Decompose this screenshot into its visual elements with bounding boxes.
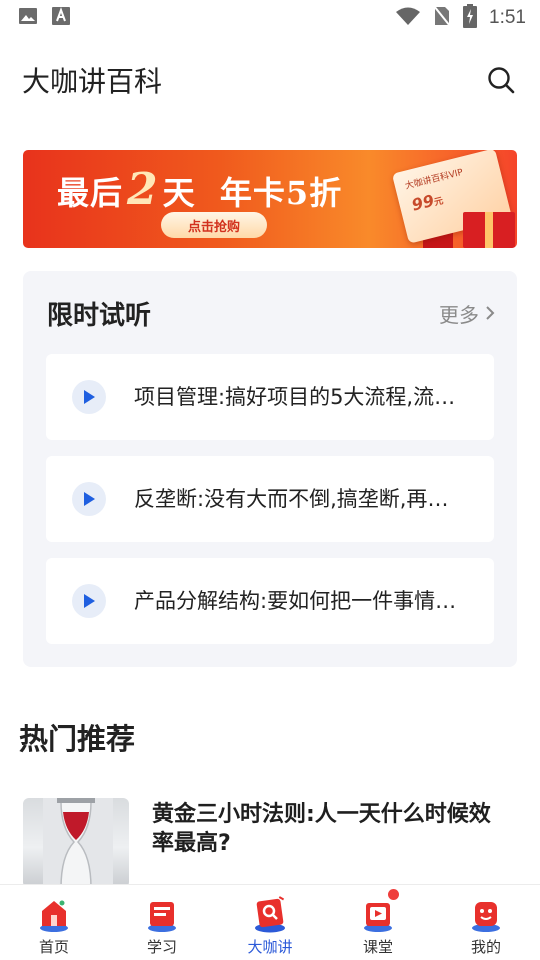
status-time: 1:51	[489, 7, 526, 28]
search-icon	[488, 67, 515, 94]
nav-label: 学习	[146, 938, 177, 956]
nav-item-classroom[interactable]: 课堂	[324, 885, 432, 960]
trial-section-title: 限时试听	[47, 300, 152, 331]
trial-item[interactable]: 产品分解结构:要如何把一件事情拆解清楚	[46, 558, 494, 644]
nav-label: 首页	[38, 938, 69, 956]
trial-section: 限时试听 更多 项目管理:搞好项目的5大流程,流程化管理项目 反垄断:没有大而不…	[23, 271, 517, 667]
banner-headline: 最后2 天 年卡5折	[57, 164, 342, 215]
classroom-icon	[364, 903, 392, 932]
promo-banner[interactable]: 最后2 天 年卡5折 点击抢购 大咖讲百科VIP 99元	[23, 150, 517, 248]
page-title: 大咖讲百科	[22, 65, 163, 98]
banner-headline-pre: 最后	[57, 174, 124, 212]
trial-item-title: 反垄断:没有大而不倒,搞垄断,再大也会倒	[134, 487, 464, 511]
vip-price-value: 99	[409, 190, 436, 215]
home-icon	[40, 900, 68, 932]
app-header: 大咖讲百科	[0, 50, 540, 110]
banner-buy-button[interactable]: 点击抢购	[161, 212, 267, 238]
banner-headline-post: 天 年卡5折	[162, 174, 343, 212]
trial-section-header: 限时试听 更多	[47, 295, 495, 331]
trial-item-title: 项目管理:搞好项目的5大流程,流程化管理项目	[134, 385, 464, 409]
nav-item-home[interactable]: 首页	[0, 885, 108, 960]
vip-card-price: 99元	[410, 189, 445, 215]
play-icon	[72, 380, 106, 414]
chevron-right-icon	[486, 306, 495, 320]
search-button[interactable]	[484, 63, 518, 97]
nav-item-study[interactable]: 学习	[108, 885, 216, 960]
trial-item[interactable]: 反垄断:没有大而不倒,搞垄断,再大也会倒	[46, 456, 494, 542]
vip-card-label: 大咖讲百科VIP	[404, 167, 465, 192]
recommend-item[interactable]: 黄金三小时法则:人一天什么时候效率最高?	[23, 798, 517, 888]
nav-item-profile[interactable]: 我的	[432, 885, 540, 960]
profile-icon	[472, 902, 500, 932]
trial-item-title: 产品分解结构:要如何把一件事情拆解清楚	[134, 589, 464, 613]
play-icon	[72, 482, 106, 516]
wifi-icon	[395, 6, 421, 30]
image-icon	[18, 6, 38, 30]
more-link[interactable]: 更多	[439, 299, 495, 328]
status-bar: 1:51	[0, 0, 540, 36]
banner-headline-num: 2	[127, 164, 159, 215]
no-sim-icon	[433, 5, 451, 31]
nav-label: 我的	[470, 938, 501, 956]
recommend-title: 黄金三小时法则:人一天什么时候效率最高?	[152, 802, 491, 856]
expert-icon	[255, 896, 285, 933]
book-icon	[148, 902, 176, 932]
trial-item[interactable]: 项目管理:搞好项目的5大流程,流程化管理项目	[46, 354, 494, 440]
nav-label: 大咖讲	[247, 938, 293, 956]
bottom-nav: 首页 学习 大咖讲 课堂 我的	[0, 884, 540, 960]
vip-price-unit: 元	[433, 196, 445, 209]
nav-item-expert-talk[interactable]: 大咖讲	[216, 885, 324, 960]
more-label: 更多	[439, 302, 479, 327]
nav-label: 课堂	[362, 938, 393, 956]
hot-section-title: 热门推荐	[19, 722, 136, 756]
gift-box-icon	[463, 212, 515, 248]
play-icon	[72, 584, 106, 618]
font-download-icon	[52, 6, 70, 30]
battery-charging-icon	[463, 4, 478, 32]
hourglass-thumbnail	[23, 798, 129, 888]
